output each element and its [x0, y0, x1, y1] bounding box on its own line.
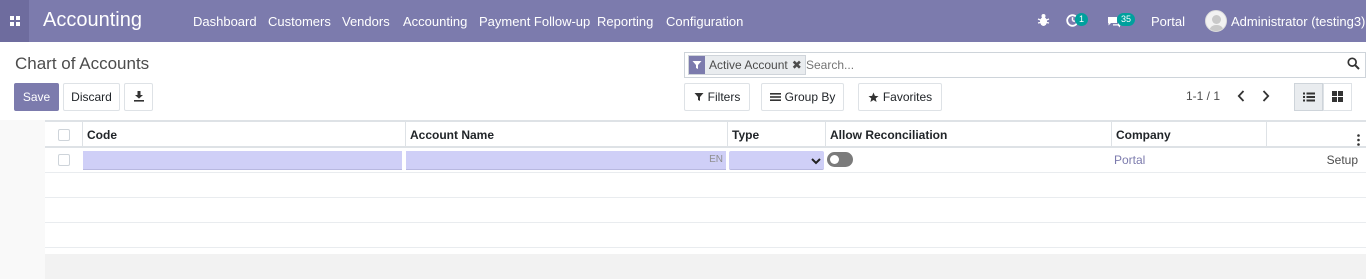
filter-funnel-icon [694, 92, 704, 102]
search-input[interactable] [806, 56, 1326, 74]
list-view-icon [1302, 90, 1315, 105]
filters-label: Filters [707, 90, 741, 104]
pager-value[interactable]: 1-1 / 1 [1186, 89, 1220, 103]
favorites-label: Favorites [882, 90, 933, 104]
page-title: Chart of Accounts [15, 54, 150, 73]
star-icon [868, 92, 879, 103]
menu-item-accounting[interactable]: Accounting [403, 14, 467, 29]
download-button[interactable] [124, 83, 153, 111]
optional-columns-toggle[interactable] [1266, 122, 1366, 148]
pager-previous-chevron-left-icon[interactable] [1231, 86, 1251, 106]
company-link[interactable]: Portal [1114, 153, 1145, 167]
debug-bug-icon[interactable] [1037, 13, 1050, 30]
list-footer-area [45, 254, 1366, 279]
search-bar: Active Account ✖ [684, 52, 1366, 78]
empty-row [45, 223, 1366, 248]
column-header-allow-reconciliation[interactable]: Allow Reconciliation [825, 122, 1112, 148]
empty-row [45, 198, 1366, 223]
table-row-editing: EN Portal Setup [45, 148, 1366, 173]
allow-reconciliation-toggle[interactable] [827, 152, 853, 167]
accounts-list-table: Code Account Name Type Allow Reconciliat… [45, 120, 1366, 248]
facet-label: Active Account [709, 58, 788, 72]
row-checkbox[interactable] [58, 154, 70, 166]
menu-item-payment-follow-up[interactable]: Payment Follow-up [479, 14, 590, 29]
select-all-checkbox[interactable] [58, 129, 70, 141]
company-switcher[interactable]: Portal [1151, 14, 1185, 29]
table-header: Code Account Name Type Allow Reconciliat… [45, 120, 1366, 148]
column-header-account-name[interactable]: Account Name [405, 122, 728, 148]
menu-item-customers[interactable]: Customers [268, 14, 331, 29]
filters-button[interactable]: Filters [684, 83, 750, 111]
group-by-label: Group By [784, 90, 836, 104]
search-facet: Active Account ✖ [688, 55, 806, 75]
list-view-button[interactable] [1294, 83, 1323, 111]
language-tag[interactable]: EN [709, 154, 723, 165]
column-header-company[interactable]: Company [1111, 122, 1267, 148]
activity-count-badge: 1 [1075, 13, 1089, 26]
apps-grid-icon [9, 16, 20, 26]
user-avatar[interactable] [1205, 10, 1227, 32]
filter-funnel-icon [689, 56, 705, 74]
download-icon [133, 90, 145, 105]
pager-next-chevron-right-icon[interactable] [1256, 86, 1276, 106]
menu-item-vendors[interactable]: Vendors [342, 14, 390, 29]
code-input[interactable] [83, 151, 402, 170]
empty-row [45, 173, 1366, 198]
left-gutter [0, 120, 45, 279]
menu-item-dashboard[interactable]: Dashboard [193, 14, 257, 29]
menu-item-configuration[interactable]: Configuration [666, 14, 743, 29]
account-name-input[interactable]: EN [406, 151, 726, 170]
kanban-grid-icon [1332, 90, 1343, 105]
menu-item-reporting[interactable]: Reporting [597, 14, 653, 29]
top-navbar: Accounting Dashboard Customers Vendors A… [0, 0, 1366, 42]
search-icon[interactable] [1347, 57, 1360, 73]
discard-button[interactable]: Discard [63, 83, 120, 111]
kanban-view-button[interactable] [1323, 83, 1352, 111]
favorites-button[interactable]: Favorites [858, 83, 942, 111]
user-menu[interactable]: Administrator (testing3) [1231, 14, 1365, 29]
column-header-type[interactable]: Type [727, 122, 826, 148]
group-by-button[interactable]: Group By [761, 83, 844, 111]
save-button[interactable]: Save [14, 83, 59, 111]
type-select[interactable] [729, 151, 824, 170]
app-title[interactable]: Accounting [43, 9, 142, 32]
message-count-badge: 35 [1117, 13, 1136, 26]
facet-remove-icon[interactable]: ✖ [792, 56, 805, 74]
column-header-code[interactable]: Code [82, 122, 406, 148]
apps-menu-button[interactable] [0, 0, 29, 42]
group-by-bars-icon [769, 92, 781, 102]
chevron-down-icon [811, 154, 821, 169]
setup-button[interactable]: Setup [1327, 153, 1358, 167]
